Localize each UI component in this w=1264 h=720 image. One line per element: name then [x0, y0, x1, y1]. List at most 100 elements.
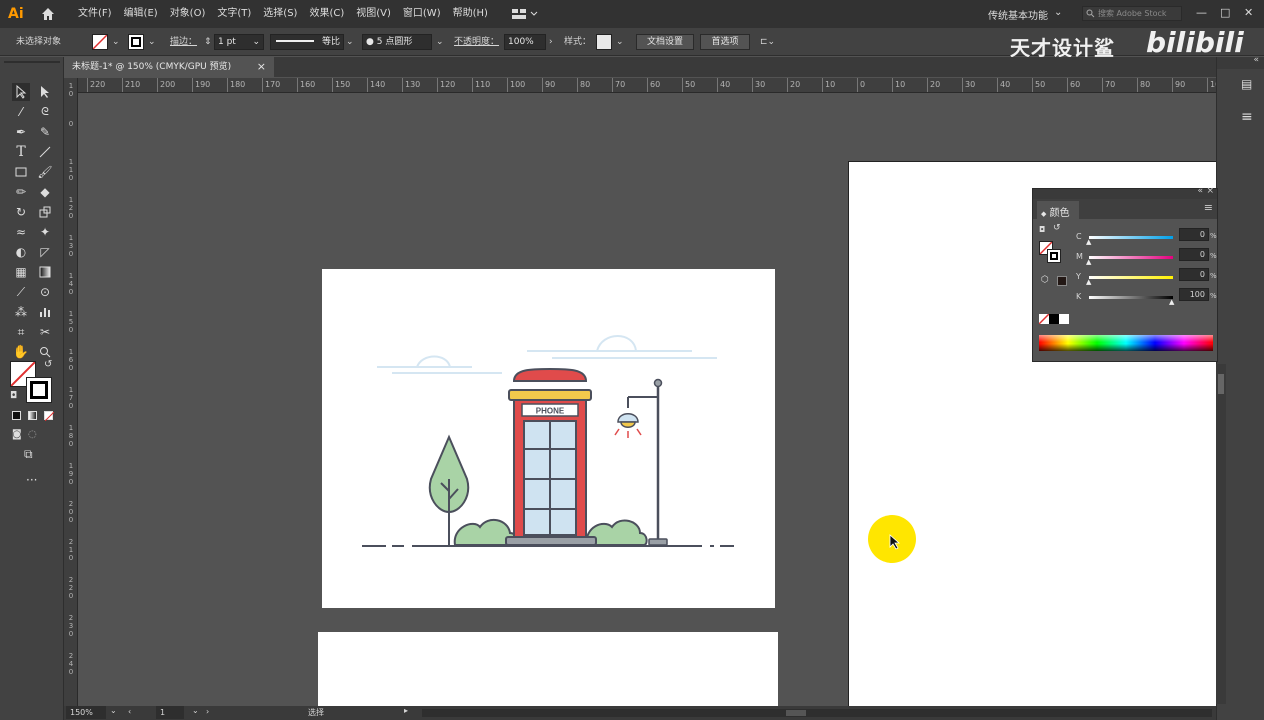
- selection-tool[interactable]: [12, 83, 30, 101]
- slider-thumb-icon[interactable]: ▲: [1086, 238, 1091, 246]
- default-colors-icon[interactable]: ◘: [1039, 225, 1045, 234]
- channel-y-field[interactable]: 0: [1179, 268, 1209, 281]
- blend-tool[interactable]: ⊙: [36, 283, 54, 301]
- color-mode-button[interactable]: [12, 411, 21, 420]
- screen-mode-icon[interactable]: ⧉: [24, 447, 33, 462]
- stroke-profile-field[interactable]: 等比: [270, 34, 344, 50]
- channel-k-slider[interactable]: [1089, 296, 1173, 299]
- channel-k-field[interactable]: 100: [1179, 288, 1209, 301]
- chevron-down-icon[interactable]: ⌄: [346, 35, 354, 49]
- gradient-mode-button[interactable]: [28, 411, 37, 420]
- home-icon[interactable]: [40, 6, 56, 22]
- channel-m-slider[interactable]: [1089, 256, 1173, 259]
- black-swatch[interactable]: [1049, 314, 1059, 324]
- style-swatch[interactable]: [596, 34, 612, 50]
- swap-colors-icon[interactable]: ↺: [1053, 223, 1061, 233]
- type-tool[interactable]: T: [12, 143, 30, 161]
- close-tab-icon[interactable]: ×: [257, 57, 266, 77]
- perspective-tool[interactable]: ◸: [36, 243, 54, 261]
- chevron-down-icon[interactable]: ⌄: [192, 706, 199, 715]
- menu-type[interactable]: 文字(T): [211, 0, 257, 28]
- artboard-main[interactable]: PHONE: [322, 269, 775, 608]
- channel-m-field[interactable]: 0: [1179, 248, 1209, 261]
- shaper-tool[interactable]: ✏: [12, 183, 30, 201]
- direct-selection-tool[interactable]: [36, 83, 54, 101]
- stepper-icon[interactable]: ⇕: [204, 35, 212, 49]
- swap-colors-icon[interactable]: ↺: [44, 359, 52, 370]
- opacity-field[interactable]: 100%: [504, 34, 546, 50]
- chevron-down-icon[interactable]: ⌄: [110, 706, 117, 715]
- line-tool[interactable]: [36, 143, 54, 161]
- channel-c-field[interactable]: 0: [1179, 228, 1209, 241]
- vertical-scrollbar[interactable]: [1216, 364, 1226, 704]
- pen-tool[interactable]: ✒: [12, 123, 30, 141]
- color-spectrum[interactable]: [1039, 335, 1213, 351]
- slider-thumb-icon[interactable]: ▲: [1169, 298, 1174, 306]
- curvature-tool[interactable]: ✎: [36, 123, 54, 141]
- draw-normal-icon[interactable]: ◙: [12, 429, 22, 440]
- vertical-ruler[interactable]: 1001101201301401501601701801902002102202…: [64, 78, 78, 706]
- gradient-tool[interactable]: [36, 263, 54, 281]
- lasso-tool[interactable]: ᘓ: [36, 103, 54, 121]
- collapse-icon[interactable]: «: [1197, 186, 1203, 196]
- preferences-button[interactable]: 首选项: [700, 34, 750, 50]
- horizontal-ruler[interactable]: 220 210 200 190 180 170 160 150 140 130 120 110 100 9…: [78, 78, 1216, 93]
- slider-thumb-icon[interactable]: ▲: [1086, 278, 1091, 286]
- panel-icon-properties[interactable]: ▤: [1241, 77, 1252, 91]
- menu-effect[interactable]: 效果(C): [303, 0, 350, 28]
- color-tab[interactable]: ◆ 颜色: [1037, 201, 1079, 219]
- slice-tool[interactable]: ✂: [36, 323, 54, 341]
- menu-help[interactable]: 帮助(H): [447, 0, 494, 28]
- eyedropper-tool[interactable]: ⟋: [12, 283, 30, 301]
- menu-view[interactable]: 视图(V): [350, 0, 397, 28]
- fill-dropdown-icon[interactable]: ⌄: [112, 35, 120, 49]
- stroke-swatch[interactable]: [128, 34, 144, 50]
- puppet-warp-tool[interactable]: ✦: [36, 223, 54, 241]
- brush-field[interactable]: ● 5 点圆形: [362, 34, 432, 50]
- stroke-weight-field[interactable]: 1 pt ⌄: [214, 34, 264, 50]
- shape-builder-tool[interactable]: ◐: [12, 243, 30, 261]
- chevron-right-icon[interactable]: ›: [549, 35, 553, 49]
- stroke-color-box[interactable]: [26, 377, 52, 403]
- horizontal-scrollbar[interactable]: [422, 709, 1212, 717]
- chevron-down-icon[interactable]: ⌄: [616, 35, 624, 49]
- artboard-2[interactable]: [318, 632, 778, 706]
- close-window-button[interactable]: ✕: [1244, 6, 1253, 19]
- canvas-area[interactable]: PHONE: [78, 94, 1216, 706]
- white-swatch[interactable]: [1059, 314, 1069, 324]
- warp-tool[interactable]: ≈: [12, 223, 30, 241]
- rectangle-tool[interactable]: [12, 163, 30, 181]
- stock-search-field[interactable]: 搜索 Adobe Stock: [1082, 6, 1182, 21]
- draw-behind-icon[interactable]: ◌: [28, 429, 37, 440]
- collapse-panels-icon[interactable]: «: [1253, 55, 1259, 65]
- column-graph-tool[interactable]: [36, 303, 54, 321]
- eraser-tool[interactable]: ◆: [36, 183, 54, 201]
- color-panel-grip[interactable]: « ×: [1033, 186, 1217, 199]
- hand-tool[interactable]: ✋: [12, 343, 30, 361]
- menu-select[interactable]: 选择(S): [257, 0, 303, 28]
- scrollbar-thumb[interactable]: [1218, 374, 1224, 394]
- menu-window[interactable]: 窗口(W): [397, 0, 447, 28]
- symbol-sprayer-tool[interactable]: ⁂: [12, 303, 30, 321]
- menu-file[interactable]: 文件(F): [72, 0, 118, 28]
- stroke-mini-swatch[interactable]: [1047, 249, 1061, 263]
- document-tab[interactable]: 未标题-1* @ 150% (CMYK/GPU 预览) ×: [64, 57, 274, 77]
- close-panel-icon[interactable]: ×: [1206, 186, 1214, 196]
- channel-y-slider[interactable]: [1089, 276, 1173, 279]
- next-artboard-icon[interactable]: ›: [206, 707, 209, 716]
- align-icon[interactable]: ⊏⌄: [760, 35, 775, 49]
- menu-edit[interactable]: 编辑(E): [118, 0, 164, 28]
- last-color-swatch[interactable]: [1057, 276, 1067, 286]
- none-swatch[interactable]: [1038, 313, 1050, 325]
- slider-thumb-icon[interactable]: ▲: [1086, 258, 1091, 266]
- maximize-button[interactable]: □: [1220, 6, 1230, 19]
- workspace-switcher[interactable]: 传统基本功能 ⌄: [988, 7, 1062, 22]
- toolbox-grip[interactable]: [4, 61, 60, 67]
- stroke-label[interactable]: 描边：: [170, 35, 197, 49]
- scrollbar-thumb[interactable]: [786, 710, 806, 716]
- magic-wand-tool[interactable]: ⁄: [12, 103, 30, 121]
- opacity-label[interactable]: 不透明度：: [454, 35, 499, 49]
- stroke-dropdown-icon[interactable]: ⌄: [148, 35, 156, 49]
- more-tools-icon[interactable]: ···: [26, 473, 37, 487]
- minimize-button[interactable]: —: [1196, 6, 1207, 19]
